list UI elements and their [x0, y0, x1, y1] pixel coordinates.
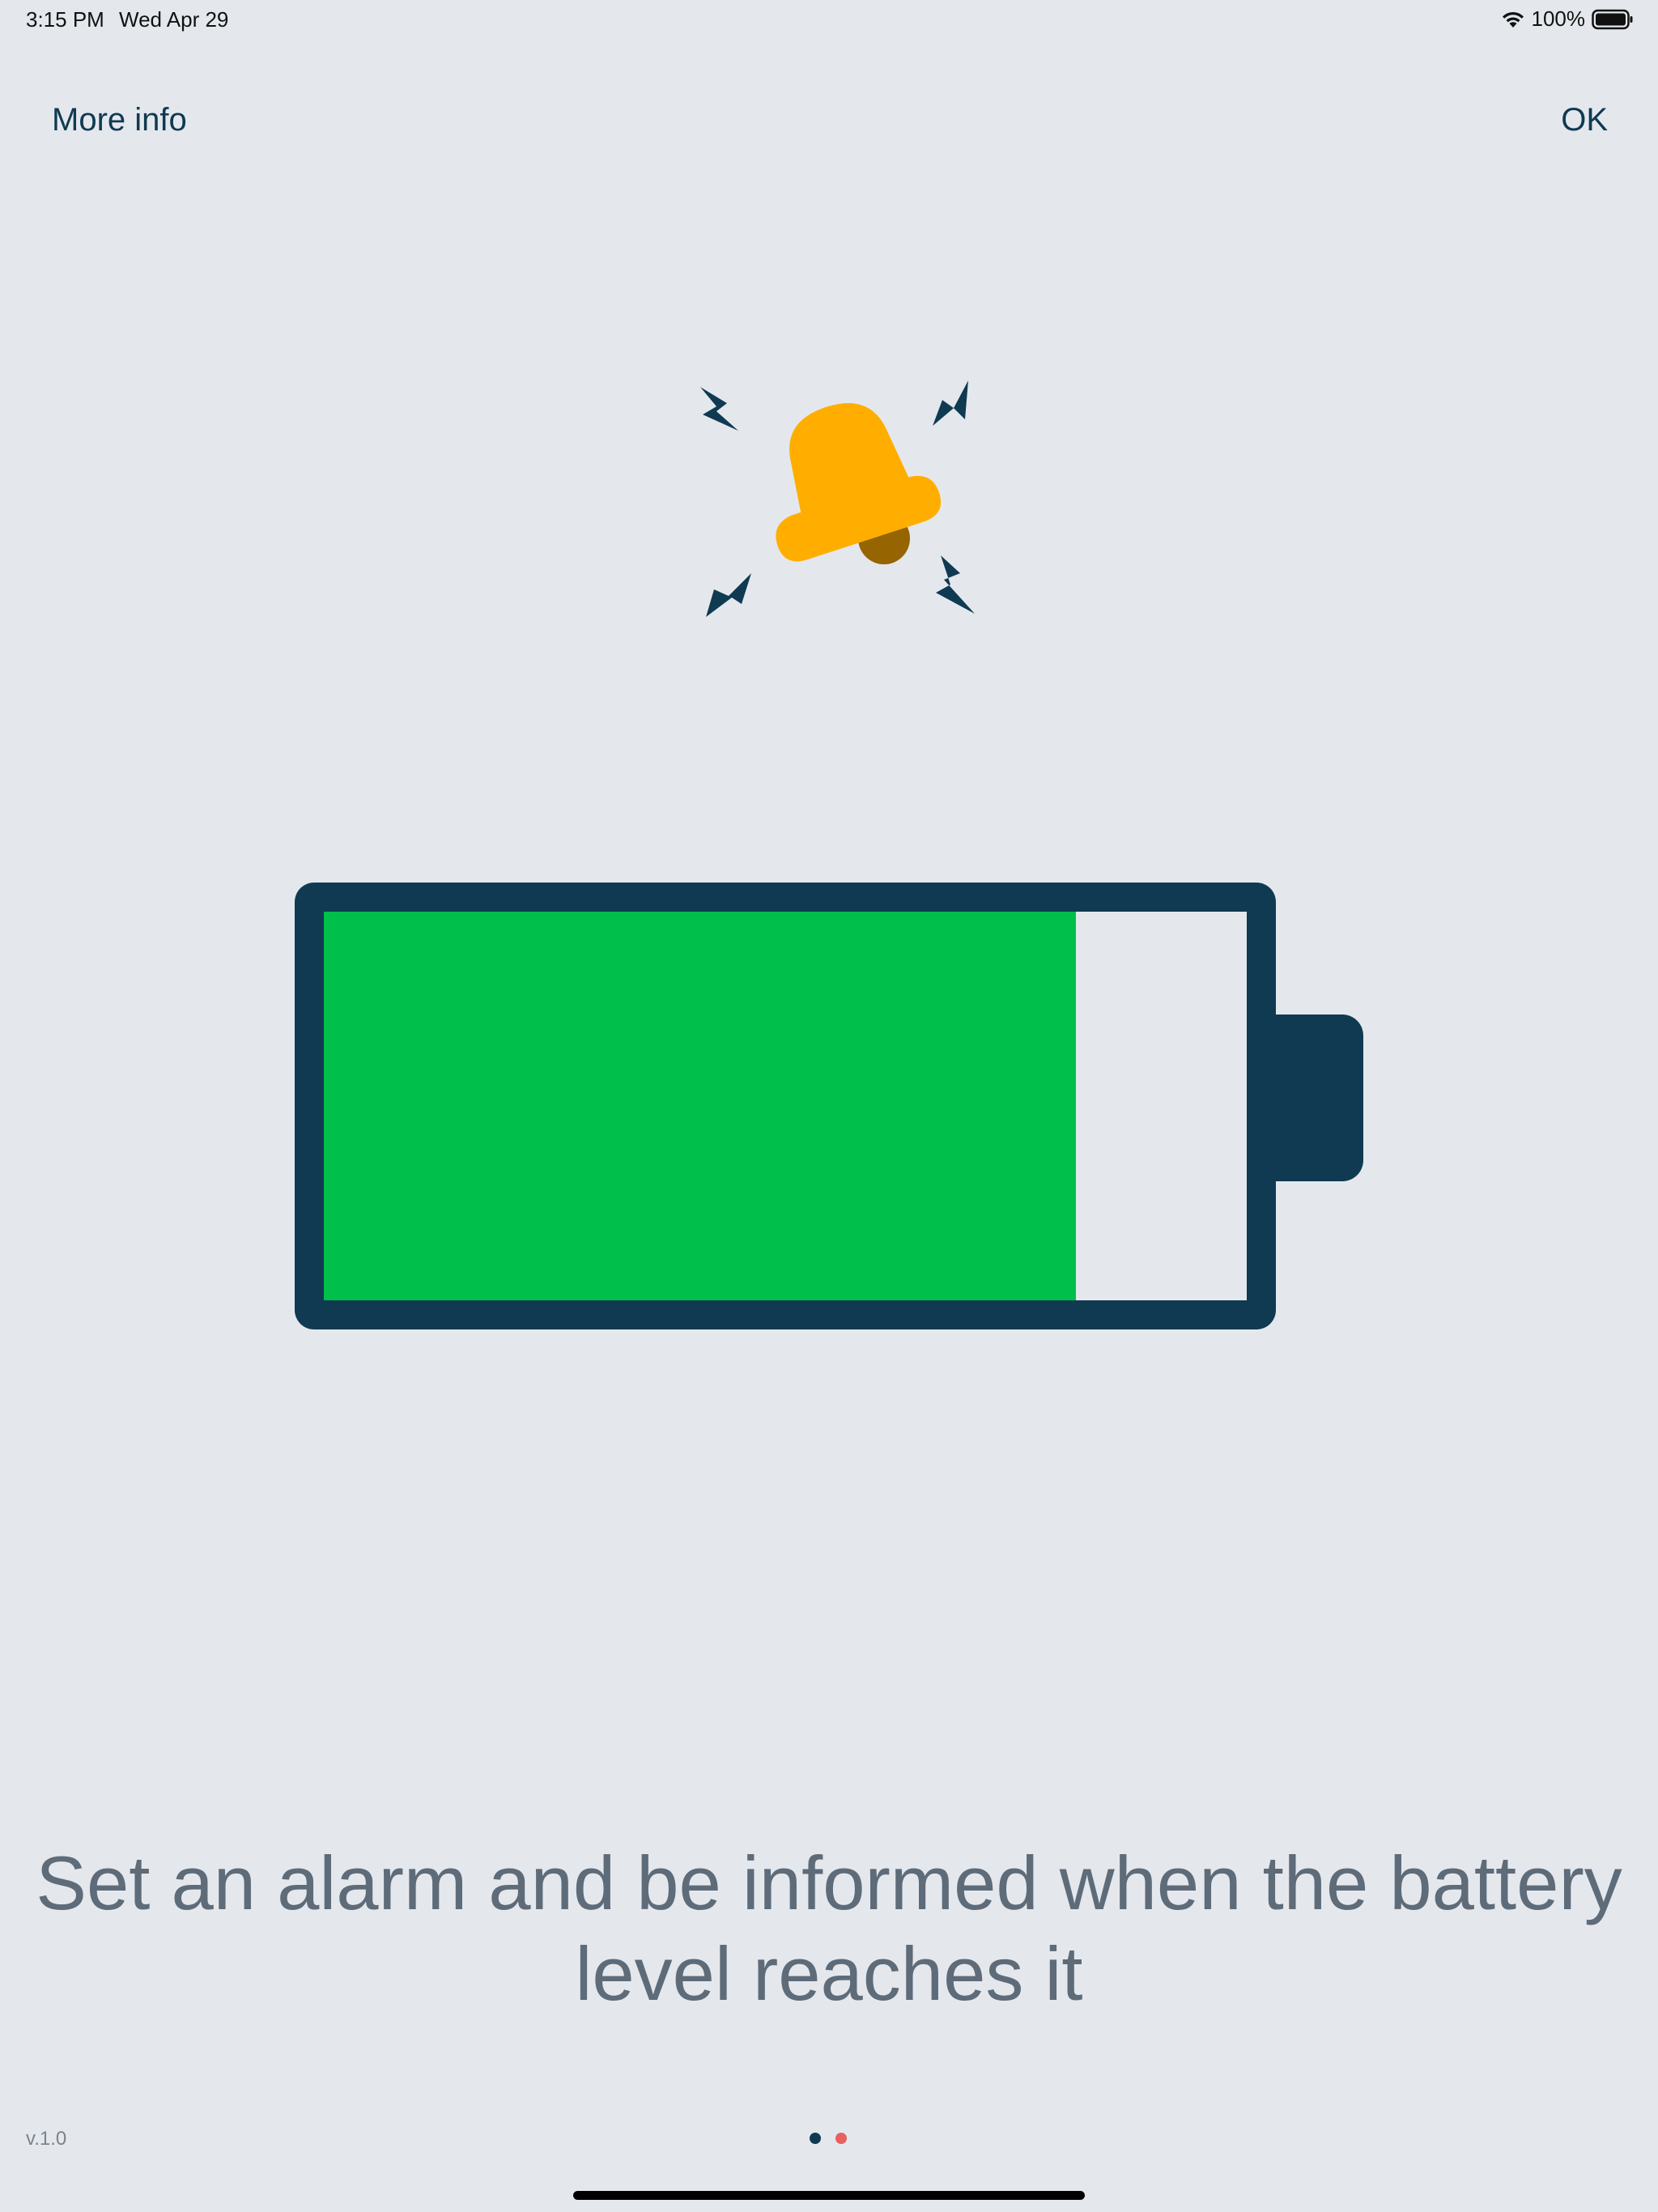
onboarding-caption: Set an alarm and be informed when the ba…	[36, 1840, 1622, 2016]
status-date: Wed Apr 29	[119, 7, 229, 32]
battery-icon	[1592, 9, 1633, 29]
lightning-bolt-icon	[933, 381, 968, 426]
battery-inner	[324, 912, 1247, 1300]
battery-level-graphic	[295, 883, 1363, 1329]
page-dot[interactable]	[810, 2133, 821, 2144]
ok-button[interactable]: OK	[1561, 102, 1608, 138]
battery-percent: 100%	[1531, 6, 1586, 31]
wifi-icon	[1502, 11, 1524, 28]
bell-body	[776, 402, 942, 562]
lightning-bolt-icon	[700, 387, 738, 431]
lightning-bolt-icon	[936, 555, 975, 614]
battery-terminal	[1258, 1015, 1363, 1181]
app-version: v.1.0	[26, 2128, 67, 2150]
more-info-link[interactable]: More info	[52, 102, 187, 138]
home-indicator[interactable]	[573, 2191, 1085, 2200]
status-indicators: 100%	[1501, 6, 1635, 32]
lightning-bolt-icon	[706, 573, 751, 617]
battery-body	[295, 883, 1276, 1329]
status-bar: 3:15 PM Wed Apr 29 100%	[0, 0, 1658, 40]
status-time: 3:15 PM	[26, 7, 104, 32]
page-indicator[interactable]	[810, 2133, 847, 2144]
alarm-illustration	[700, 381, 975, 617]
page-dot[interactable]	[835, 2133, 847, 2144]
alarm-bell-icon	[776, 402, 942, 564]
battery-fill	[324, 912, 1077, 1300]
